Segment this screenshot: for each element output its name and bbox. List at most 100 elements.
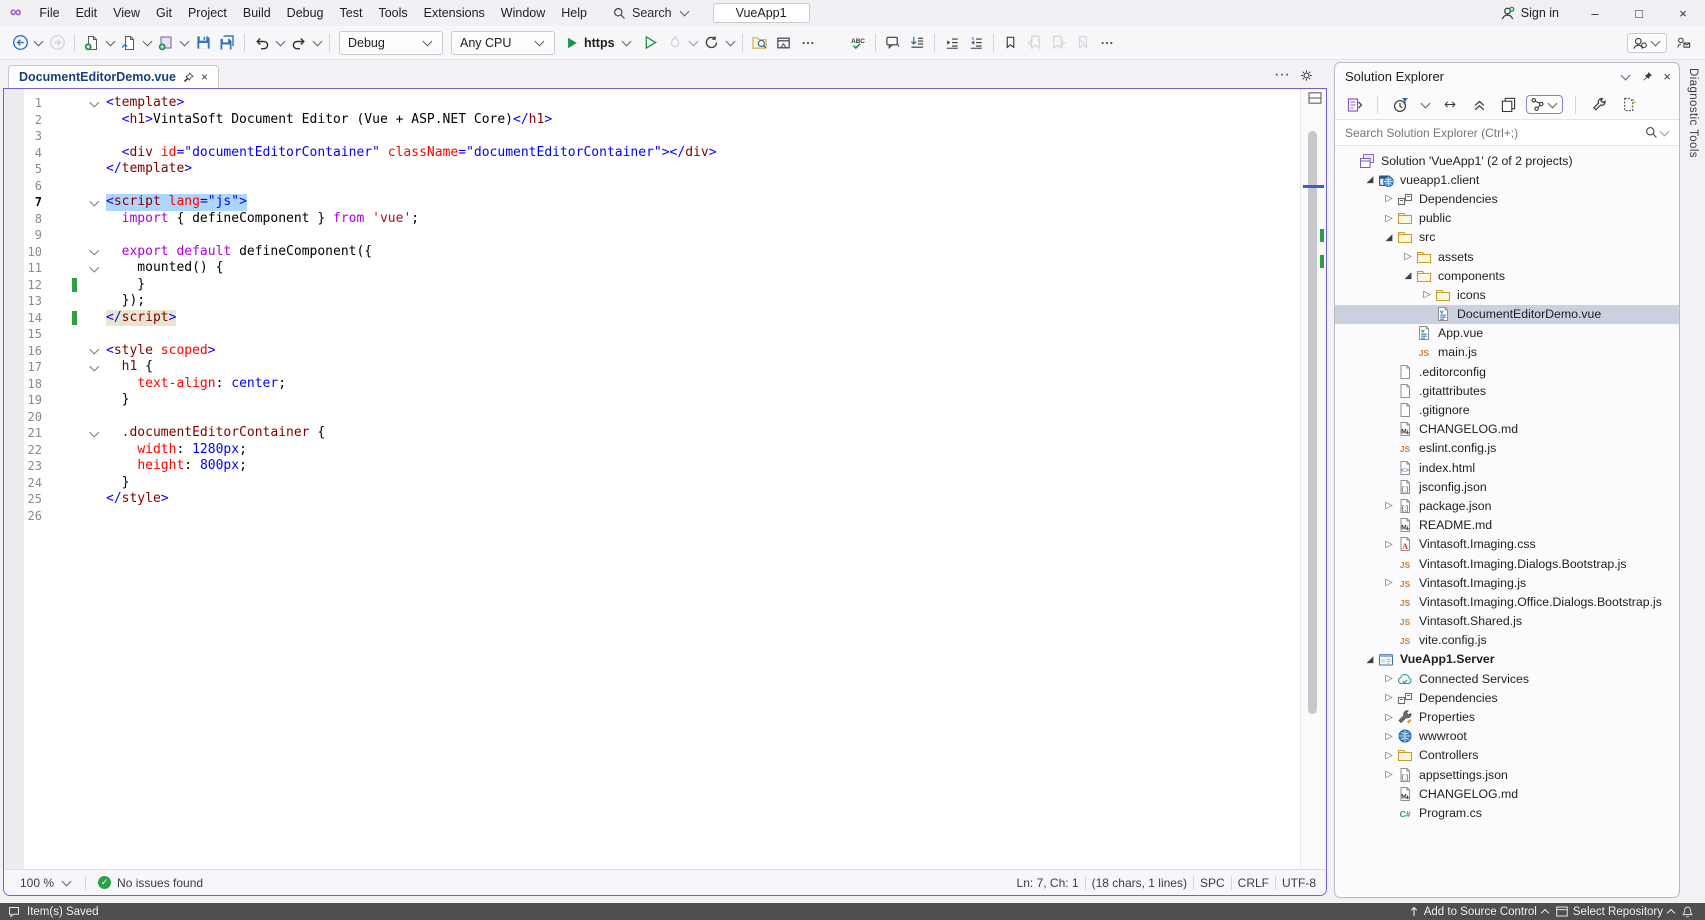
tree-item-program-cs[interactable]: C#Program.cs <box>1335 803 1679 822</box>
code-line-24[interactable]: 24 } <box>4 475 1301 492</box>
platform-selector[interactable]: Any CPU <box>451 31 555 55</box>
maximize-button[interactable]: □ <box>1617 0 1661 26</box>
new-file-button[interactable] <box>80 31 104 55</box>
menu-extensions[interactable]: Extensions <box>416 0 493 26</box>
code-line-14[interactable]: 14</script> <box>4 310 1301 327</box>
code-line-12[interactable]: 12 } <box>4 277 1301 294</box>
tree-item-main-js[interactable]: JSmain.js <box>1335 343 1679 362</box>
save-button[interactable] <box>191 31 215 55</box>
menu-build[interactable]: Build <box>235 0 279 26</box>
fold-chevron-icon[interactable] <box>82 244 106 261</box>
tree-item-changelog-md[interactable]: MCHANGELOG.md <box>1335 420 1679 439</box>
previous-bookmark-button[interactable] <box>1023 31 1047 55</box>
expander-closed-icon[interactable]: ▷ <box>1381 213 1397 224</box>
find-in-files-button[interactable] <box>748 31 772 55</box>
tree-item-app-vue[interactable]: App.vue <box>1335 324 1679 343</box>
browser-link-button[interactable] <box>772 31 796 55</box>
diagnostic-tools-tab[interactable]: Diagnostic Tools <box>1681 62 1705 898</box>
split-editor-icon[interactable] <box>1308 92 1322 104</box>
expander-closed-icon[interactable]: ▷ <box>1381 577 1397 588</box>
select-repository-button[interactable]: Select Repository <box>1556 906 1674 918</box>
expander-open-icon[interactable]: ◢ <box>1362 174 1378 185</box>
code-line-4[interactable]: 4 <div id="documentEditorContainer" clas… <box>4 145 1301 162</box>
solution-search[interactable] <box>1335 119 1679 146</box>
code-line-25[interactable]: 25</style> <box>4 491 1301 508</box>
project-selector[interactable]: VueApp1 <box>713 3 810 23</box>
tree-item-index-html[interactable]: <>index.html <box>1335 458 1679 477</box>
code-line-26[interactable]: 26 <box>4 508 1301 525</box>
text-editor-overflow-button[interactable] <box>1095 31 1119 55</box>
menu-tools[interactable]: Tools <box>370 0 415 26</box>
feedback-bubble-icon[interactable] <box>8 906 20 918</box>
code-line-13[interactable]: 13 }); <box>4 293 1301 310</box>
close-button[interactable]: × <box>1661 0 1705 26</box>
increase-line-indent-button[interactable]: 9 <box>964 31 988 55</box>
code-line-20[interactable]: 20 <box>4 409 1301 426</box>
expander-open-icon[interactable]: ◢ <box>1362 654 1378 665</box>
search-icon[interactable] <box>1645 126 1658 139</box>
code-line-23[interactable]: 23 height: 800px; <box>4 458 1301 475</box>
code-line-8[interactable]: 8 import { defineComponent } from 'vue'; <box>4 211 1301 228</box>
zoom-selector[interactable]: 100 % <box>14 876 79 890</box>
indentation-mode[interactable]: SPC <box>1200 876 1225 890</box>
toggle-bookmark-button[interactable] <box>999 31 1023 55</box>
tree-item-properties[interactable]: ▷Properties <box>1335 707 1679 726</box>
code-line-5[interactable]: 5</template> <box>4 161 1301 178</box>
start-debugging-button[interactable]: https <box>559 31 639 55</box>
next-bookmark-button[interactable] <box>1047 31 1071 55</box>
tree-item-vite-config-js[interactable]: JSvite.config.js <box>1335 631 1679 650</box>
show-all-files-button[interactable] <box>1617 94 1639 116</box>
code-line-11[interactable]: 11 mounted() { <box>4 260 1301 277</box>
expander-closed-icon[interactable]: ▷ <box>1381 692 1397 703</box>
panel-pin-icon[interactable] <box>1642 71 1653 82</box>
navigate-back-dropdown[interactable] <box>34 36 44 46</box>
restart-button[interactable] <box>700 31 724 55</box>
panel-close-icon[interactable]: × <box>1663 69 1671 84</box>
expander-closed-icon[interactable]: ▷ <box>1381 769 1397 780</box>
fold-chevron-icon[interactable] <box>82 95 106 112</box>
scrollbar-thumb[interactable] <box>1308 131 1317 714</box>
send-feedback-button[interactable] <box>1671 31 1695 55</box>
code-line-9[interactable]: 9 <box>4 227 1301 244</box>
code-area[interactable]: 1<template>2 <h1>VintaSoft Document Edit… <box>4 89 1301 869</box>
tree-item-dependencies[interactable]: ▷Dependencies <box>1335 189 1679 208</box>
code-line-21[interactable]: 21 .documentEditorContainer { <box>4 425 1301 442</box>
pending-changes-filter-button[interactable] <box>1390 94 1412 116</box>
tree-item-vueapp1-client[interactable]: ◢vueapp1.client <box>1335 170 1679 189</box>
fold-chevron-icon[interactable] <box>82 425 106 442</box>
expander-closed-icon[interactable]: ▷ <box>1381 193 1397 204</box>
tree-item-public[interactable]: ▷public <box>1335 209 1679 228</box>
expander-closed-icon[interactable]: ▷ <box>1381 750 1397 761</box>
undo-dropdown[interactable] <box>276 36 286 46</box>
add-to-source-control-button[interactable]: Add to Source Control <box>1409 906 1548 918</box>
decrease-line-indent-button[interactable] <box>940 31 964 55</box>
tree-item-dependencies[interactable]: ▷Dependencies <box>1335 688 1679 707</box>
tree-item-vintasoft-imaging-css[interactable]: ▷AVintasoft.Imaging.css <box>1335 535 1679 554</box>
code-line-15[interactable]: 15 <box>4 326 1301 343</box>
toggle-comment-button[interactable] <box>881 31 905 55</box>
issues-indicator[interactable]: ✓ No issues found <box>92 876 209 890</box>
menu-test[interactable]: Test <box>332 0 371 26</box>
tree-item-documenteditordemo-vue[interactable]: DocumentEditorDemo.vue <box>1335 305 1679 324</box>
menu-window[interactable]: Window <box>493 0 553 26</box>
expander-closed-icon[interactable]: ▷ <box>1381 731 1397 742</box>
notifications-bell-icon[interactable] <box>1682 906 1693 918</box>
sign-in-button[interactable]: Sign in <box>1486 6 1573 21</box>
tree-item-wwwroot[interactable]: ▷wwwroot <box>1335 727 1679 746</box>
tree-item-vintasoft-imaging-office-dialogs-bootstrap-js[interactable]: JSVintasoft.Imaging.Office.Dialogs.Boots… <box>1335 592 1679 611</box>
new-file-dropdown[interactable] <box>106 36 116 46</box>
debug-configuration-selector[interactable]: Debug <box>339 31 443 55</box>
tree-item-src[interactable]: ◢src <box>1335 228 1679 247</box>
code-line-7[interactable]: 7<script lang="js"> <box>4 194 1301 211</box>
tree-item-vueapp1-server[interactable]: ◢VueApp1.Server <box>1335 650 1679 669</box>
filter-dropdown[interactable] <box>1421 98 1431 108</box>
preview-selected-items-button[interactable] <box>1497 94 1519 116</box>
caret-position[interactable]: Ln: 7, Ch: 1 <box>1017 876 1079 890</box>
code-line-2[interactable]: 2 <h1>VintaSoft Document Editor (Vue + A… <box>4 112 1301 129</box>
menu-project[interactable]: Project <box>180 0 235 26</box>
fold-chevron-icon[interactable] <box>82 343 106 360</box>
properties-button[interactable] <box>1588 94 1610 116</box>
tree-item-components[interactable]: ◢components <box>1335 266 1679 285</box>
search-options-chevron-icon[interactable] <box>1660 126 1670 136</box>
open-file-button[interactable] <box>117 31 141 55</box>
